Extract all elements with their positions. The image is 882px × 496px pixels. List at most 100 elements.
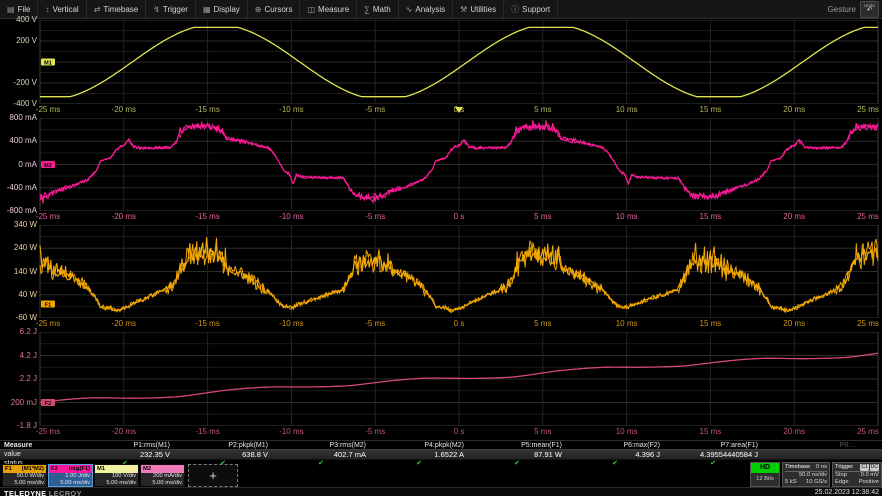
- trigger-time-marker[interactable]: [455, 107, 463, 113]
- trigger-box[interactable]: Trigger C1 DC Stop 0.0 mV Edge Positive: [832, 462, 882, 487]
- menu-item-label: Display: [214, 5, 240, 14]
- menu-item-label: Cursors: [264, 5, 292, 14]
- measure-row-label: Measure: [0, 442, 96, 449]
- waveform-plot-m2[interactable]: M2: [0, 118, 882, 211]
- waveform-plot-m1[interactable]: M1: [0, 20, 882, 104]
- descriptor-id: F1: [5, 465, 12, 473]
- menu-item-support[interactable]: ⓘSupport: [504, 0, 558, 18]
- y-tick-label: 200 mJ: [0, 399, 37, 407]
- measure-value-p5: 87.91 W: [488, 450, 586, 459]
- trigger-coupling-badge: DC: [870, 464, 879, 471]
- trigger-icon: ↯: [153, 5, 160, 14]
- x-tick-label: -10 ms: [279, 213, 303, 221]
- x-tick-label: 25 ms: [857, 428, 879, 436]
- menu-item-label: Analysis: [415, 5, 445, 14]
- x-tick-label: 15 ms: [699, 320, 721, 328]
- menu-item-display[interactable]: ▦Display: [196, 0, 248, 18]
- x-tick-label: 20 ms: [783, 106, 805, 114]
- trace-descriptor-f2[interactable]: F2 intg(F1) 1.00 J/div 5.00 ms/div: [48, 464, 93, 487]
- y-tick-label: -800 mA: [0, 207, 37, 215]
- measure-header-p3[interactable]: P3:rms(M2): [292, 442, 390, 449]
- y-tick-label: 340 W: [0, 221, 37, 229]
- trace-descriptor-m1[interactable]: M1 100 V/div 5.00 ms/div: [94, 464, 139, 487]
- x-tick-label: -15 ms: [195, 428, 219, 436]
- measure-value-p4: 1.6522 A: [390, 450, 488, 459]
- menu-item-label: Math: [373, 5, 391, 14]
- trigger-source-badge: C1: [860, 464, 868, 471]
- y-tick-label: 0 mA: [0, 161, 37, 169]
- x-tick-label: 25 ms: [857, 320, 879, 328]
- y-tick-label: 400 V: [0, 16, 37, 24]
- math-icon: ∑: [364, 5, 370, 14]
- measure-header-p8[interactable]: P8:...: [782, 442, 880, 449]
- hd-resolution-box[interactable]: HD 12 Bits: [750, 462, 780, 487]
- x-tick-label: 15 ms: [699, 213, 721, 221]
- measure-header-p2[interactable]: P2:pkpk(M1): [194, 442, 292, 449]
- footer-bar: TELEDYNE LECROY 25.02.2023 12:38:42: [0, 487, 882, 496]
- measure-icon: ◫: [307, 5, 315, 14]
- measure-value-p1: 232.35 V: [96, 450, 194, 459]
- measure-header-p5[interactable]: P5:mean(F1): [488, 442, 586, 449]
- measure-header-p4[interactable]: P4:pkpk(M2): [390, 442, 488, 449]
- undo-button[interactable]: Undo↶: [860, 1, 879, 18]
- x-tick-label: -5 ms: [365, 320, 385, 328]
- x-tick-label: 20 ms: [783, 428, 805, 436]
- trace-descriptor-f1[interactable]: F1 (M1*M2) 50.0 W/div 5.00 ms/div: [2, 464, 47, 487]
- menu-item-label: Timebase: [103, 5, 138, 14]
- x-tick-label: 25 ms: [857, 213, 879, 221]
- x-tick-label: -15 ms: [195, 213, 219, 221]
- descriptor-timebase: 5.00 ms/div: [97, 480, 136, 487]
- timebase-box[interactable]: Timebase 0 ns 50.0 ns/div 5 kS 10 GS/s: [782, 462, 830, 487]
- hd-bits: 12 Bits: [751, 473, 779, 486]
- file-icon: ▤: [7, 5, 15, 14]
- x-tick-label: 0 s: [454, 213, 465, 221]
- acquisition-cluster: HD 12 Bits Timebase 0 ns 50.0 ns/div 5 k…: [750, 462, 882, 487]
- descriptor-timebase: 5.00 ms/div: [51, 480, 90, 487]
- menu-item-vertical[interactable]: ↕Vertical: [38, 0, 86, 18]
- y-tick-label: 140 W: [0, 268, 37, 276]
- menu-item-utilities[interactable]: ⚒Utilities: [453, 0, 504, 18]
- menu-item-trigger[interactable]: ↯Trigger: [146, 0, 196, 18]
- y-tick-label: 400 mA: [0, 137, 37, 145]
- status-check-p4: ✔: [390, 460, 488, 467]
- menu-item-timebase[interactable]: ⇄Timebase: [87, 0, 147, 18]
- x-tick-label: 15 ms: [699, 428, 721, 436]
- support-icon: ⓘ: [511, 4, 519, 15]
- add-trace-button[interactable]: +: [188, 464, 238, 487]
- x-tick-label: -5 ms: [365, 213, 385, 221]
- menu-item-cursors[interactable]: ⊕Cursors: [248, 0, 301, 18]
- trace-descriptor-m2[interactable]: M2 200 mA/div 5.00 ms/div: [140, 464, 185, 487]
- trigger-level: 0.0 mV: [861, 472, 879, 479]
- x-tick-label: -25 ms: [36, 106, 60, 114]
- measure-header-p7[interactable]: P7:area(F1): [684, 442, 782, 449]
- y-tick-label: 40 W: [0, 291, 37, 299]
- y-tick-label: 4.2 J: [0, 352, 37, 360]
- x-tick-label: 0 s: [454, 428, 465, 436]
- descriptor-timebase: 5.00 ms/div: [5, 480, 44, 487]
- y-tick-label: -400 mA: [0, 184, 37, 192]
- descriptor-source: intg(F1): [69, 465, 90, 473]
- descriptor-scale: 100 V/div: [97, 473, 136, 480]
- measure-header-p1[interactable]: P1:rms(M1): [96, 442, 194, 449]
- y-tick-label: -60 W: [0, 314, 37, 322]
- y-tick-label: 6.2 J: [0, 328, 37, 336]
- menu-item-analysis[interactable]: ∿Analysis: [399, 0, 454, 18]
- menu-item-measure[interactable]: ◫Measure: [300, 0, 357, 18]
- x-tick-label: 5 ms: [534, 213, 551, 221]
- menu-item-label: Utilities: [470, 5, 496, 14]
- measure-header-row: Measure P1:rms(M1) P2:pkpk(M1) P3:rms(M2…: [0, 441, 882, 449]
- x-tick-label: -20 ms: [112, 320, 136, 328]
- status-check-p6: ✔: [586, 460, 684, 467]
- menu-item-label: Vertical: [52, 5, 78, 14]
- waveform-plot-f1[interactable]: F1: [0, 225, 882, 318]
- x-tick-label: 5 ms: [534, 106, 551, 114]
- waveform-plot-f2[interactable]: F2: [0, 332, 882, 426]
- measure-header-p6[interactable]: P6:max(F2): [586, 442, 684, 449]
- x-tick-label: 10 ms: [616, 106, 638, 114]
- x-tick-label: 15 ms: [699, 106, 721, 114]
- menu-item-math[interactable]: ∑Math: [357, 0, 399, 18]
- x-tick-label: -5 ms: [365, 428, 385, 436]
- cursors-icon: ⊕: [255, 5, 262, 14]
- x-tick-label: 25 ms: [857, 106, 879, 114]
- channel-marker-label: M1: [44, 60, 52, 66]
